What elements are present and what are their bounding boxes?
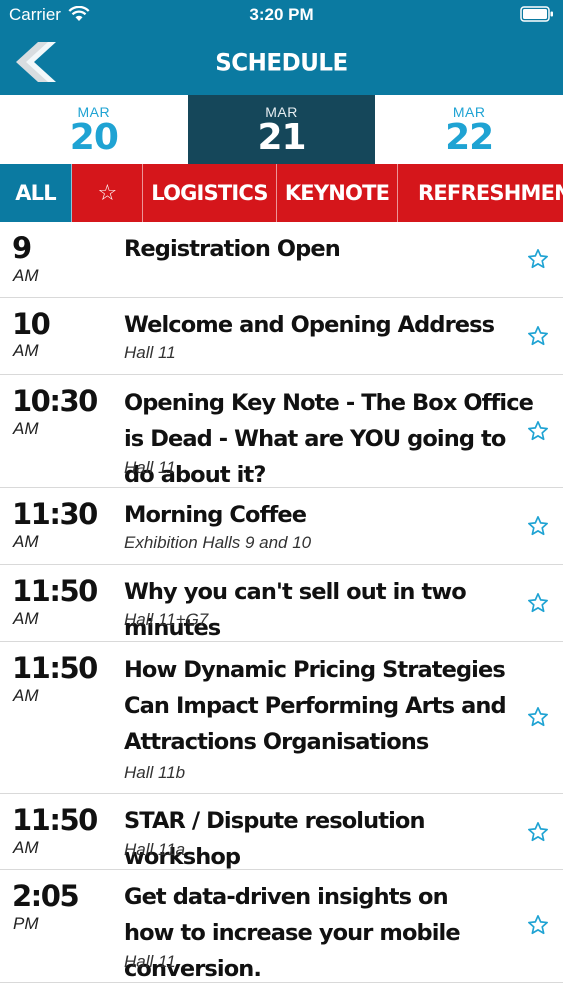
clock-time: 3:20 PM: [249, 5, 314, 24]
filter-tab-all[interactable]: ALL: [0, 164, 72, 222]
filter-tab-favorites[interactable]: ☆: [72, 164, 143, 222]
session-row[interactable]: 11:30 AM Morning Coffee Exhibition Halls…: [0, 488, 563, 565]
session-title: STAR / Dispute resolution workshop: [124, 808, 425, 870]
session-title: Get data-driven insights on how to incre…: [124, 884, 461, 982]
favorite-star-icon[interactable]: [527, 248, 549, 270]
session-ampm: AM: [13, 532, 39, 551]
date-day-label: 20: [69, 117, 119, 158]
session-location: Hall 11+G7: [124, 610, 209, 629]
favorite-star-icon[interactable]: [527, 592, 549, 614]
favorite-star-icon[interactable]: [527, 821, 549, 843]
session-time: 11:30: [12, 497, 98, 531]
favorite-star-icon[interactable]: [527, 420, 549, 442]
date-day-label: 22: [445, 117, 494, 158]
page-title: SCHEDULE: [215, 49, 348, 77]
date-tab-mar-21[interactable]: MAR 21: [187, 95, 376, 164]
session-time: 11:50: [12, 803, 98, 837]
date-day-label: 21: [257, 117, 306, 158]
session-title: Morning Coffee: [124, 502, 307, 528]
session-ampm: AM: [13, 419, 39, 438]
favorite-star-icon[interactable]: [527, 325, 549, 347]
session-time: 2:05: [12, 879, 80, 913]
filter-tab-refreshments[interactable]: REFRESHMENTS &: [398, 164, 563, 222]
session-title: Welcome and Opening Address: [124, 312, 495, 338]
date-selector: MAR 20 MAR 21 MAR 22: [0, 95, 563, 164]
session-row[interactable]: 9 AM Registration Open: [0, 222, 563, 298]
date-tab-mar-20[interactable]: MAR 20: [0, 95, 188, 164]
session-title: Opening Key Note - The Box Office is Dea…: [124, 390, 534, 488]
star-outline-icon: ☆: [97, 181, 118, 206]
session-row[interactable]: 11:50 AM STAR / Dispute resolution works…: [0, 794, 563, 870]
category-filter-bar: ALL ☆ LOGISTICS KEYNOTE REFRESHMENTS &: [0, 164, 563, 222]
session-row[interactable]: 10:30 AM Opening Key Note - The Box Offi…: [0, 375, 563, 488]
session-location: Exhibition Halls 9 and 10: [124, 533, 312, 552]
session-time: 10: [12, 307, 51, 341]
session-time: 11:50: [12, 651, 98, 685]
session-time: 11:50: [12, 574, 98, 608]
date-tab-mar-22[interactable]: MAR 22: [375, 95, 563, 164]
favorite-star-icon[interactable]: [527, 515, 549, 537]
session-title: Registration Open: [124, 236, 341, 262]
session-row[interactable]: 11:50 AM Why you can't sell out in two m…: [0, 565, 563, 642]
session-ampm: PM: [13, 914, 39, 933]
session-row[interactable]: 11:50 AM How Dynamic Pricing Strategies …: [0, 642, 563, 794]
filter-tab-keynote[interactable]: KEYNOTE: [277, 164, 398, 222]
session-location: Hall 11: [124, 343, 176, 362]
session-row[interactable]: 10 AM Welcome and Opening Address Hall 1…: [0, 298, 563, 375]
session-ampm: AM: [13, 341, 39, 360]
favorite-star-icon[interactable]: [527, 706, 549, 728]
session-time: 9: [12, 231, 32, 265]
session-ampm: AM: [13, 838, 39, 857]
session-ampm: AM: [13, 266, 39, 285]
battery-icon: [520, 6, 553, 22]
session-list: 9 AM Registration Open 10 AM Welcome and…: [0, 222, 563, 983]
session-row[interactable]: 2:05 PM Get data-driven insights on how …: [0, 870, 563, 983]
navigation-header: Carrier 3:20 PM SCHEDULE: [0, 0, 563, 95]
session-location: Hall 11: [124, 458, 176, 477]
session-location: Hall 11a: [124, 840, 186, 859]
favorite-star-icon[interactable]: [527, 914, 549, 936]
session-location: Hall 11b: [124, 763, 186, 782]
session-title: How Dynamic Pricing Strategies Can Impac…: [124, 657, 507, 755]
filter-tab-logistics[interactable]: LOGISTICS: [143, 164, 277, 222]
session-ampm: AM: [13, 686, 39, 705]
session-time: 10:30: [12, 384, 98, 418]
session-location: Hall 11: [124, 952, 176, 971]
status-bar: Carrier 3:20 PM: [0, 0, 563, 30]
session-ampm: AM: [13, 609, 39, 628]
